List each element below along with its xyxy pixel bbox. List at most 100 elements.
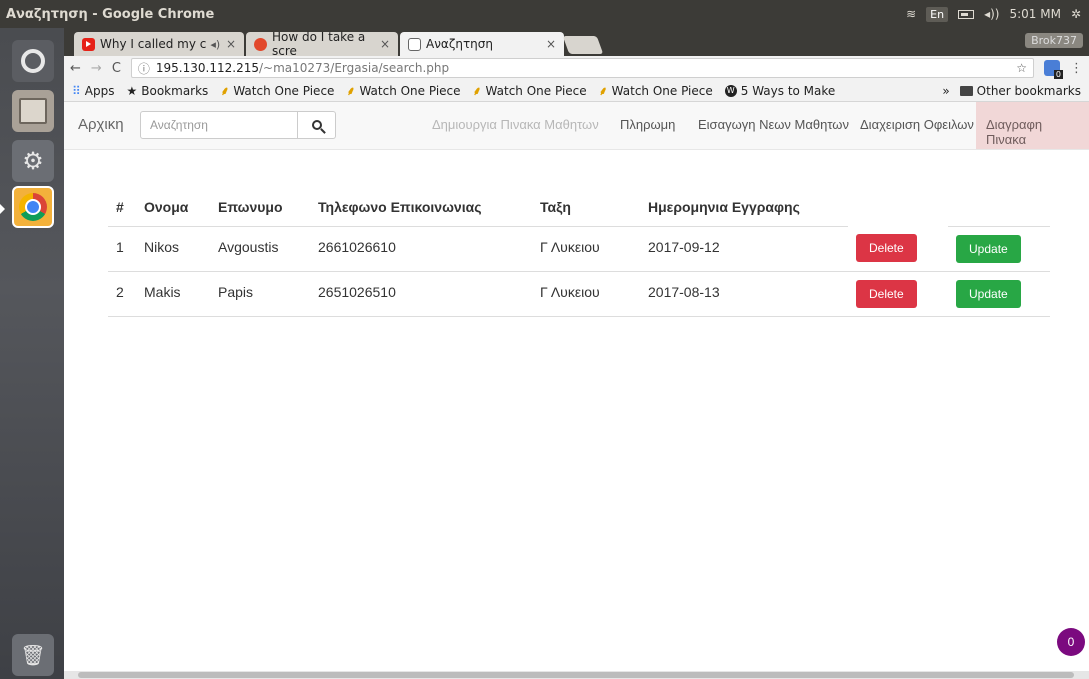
delete-button[interactable]: Delete bbox=[856, 279, 917, 308]
students-table: # Ονομα Επωνυμο Τηλεφωνο Επικοινωνιας Τα… bbox=[108, 188, 1050, 317]
delete-button[interactable]: Delete bbox=[856, 234, 917, 262]
table-row: 2 Makis Papis 2651026510 Γ Λυκειου 2017-… bbox=[108, 271, 1050, 317]
tab-label: Why I called my c bbox=[100, 37, 207, 51]
cell-delete: Delete bbox=[848, 271, 948, 317]
nav-link-payment[interactable]: Πληρωμη bbox=[620, 117, 675, 132]
cell-delete: Delete bbox=[848, 226, 948, 272]
bookmark-item[interactable]: W5 Ways to Make bbox=[724, 84, 835, 98]
browser-toolbar: ← → C ⓘ 195.130.112.215 /~ma10273/Ergasi… bbox=[64, 56, 1089, 80]
bookmark-star-icon[interactable]: ☆ bbox=[1016, 61, 1027, 75]
nav-brand-home[interactable]: Αρχικη bbox=[78, 116, 124, 133]
update-button[interactable]: Update bbox=[956, 279, 1021, 308]
askubuntu-icon bbox=[254, 37, 267, 51]
wifi-icon[interactable]: ≋ bbox=[906, 7, 916, 21]
col-header-delete bbox=[848, 188, 948, 226]
close-tab-icon[interactable]: × bbox=[546, 37, 556, 51]
more-bookmarks-chevron[interactable]: » bbox=[942, 84, 949, 98]
settings-gear-icon[interactable]: ✲ bbox=[1071, 7, 1081, 21]
system-settings-icon[interactable]: ⚙ bbox=[12, 140, 54, 182]
cell-class: Γ Λυκειου bbox=[532, 271, 640, 317]
col-header-last-name: Επωνυμο bbox=[210, 188, 310, 227]
system-tray: ≋ En ◂)) 5:01 ΜΜ ✲ bbox=[906, 6, 1089, 22]
menu-kebab-icon[interactable]: ⋮ bbox=[1070, 61, 1083, 76]
notification-badge[interactable]: 0 bbox=[1057, 628, 1085, 656]
search-input[interactable]: Αναζητηση bbox=[140, 111, 298, 139]
wikihow-icon: W bbox=[724, 84, 737, 97]
back-icon[interactable]: ← bbox=[70, 61, 81, 76]
site-info-icon[interactable]: ⓘ bbox=[138, 60, 150, 77]
bookmark-apps[interactable]: ⠿ Apps bbox=[72, 84, 115, 98]
tab-strip: Why I called my c ◂) × How do I take a s… bbox=[64, 28, 1089, 58]
files-icon[interactable] bbox=[12, 90, 54, 132]
star-icon: ★ bbox=[126, 83, 138, 98]
nav-link-manage-debts[interactable]: Διαχειριση Οφειλων bbox=[860, 117, 974, 132]
ubuntu-dash-icon[interactable] bbox=[12, 40, 54, 82]
cell-date: 2017-08-13 bbox=[640, 271, 848, 317]
extension-icon[interactable] bbox=[1044, 60, 1063, 79]
chrome-icon[interactable] bbox=[12, 186, 54, 228]
site-favicon-icon: ⸙ bbox=[598, 84, 608, 98]
col-header-first-name: Ονομα bbox=[136, 188, 210, 227]
speaker-icon[interactable]: ◂)) bbox=[984, 7, 999, 21]
col-header-date: Ημερομηνια Εγγραφης bbox=[640, 188, 848, 227]
tab-askubuntu[interactable]: How do I take a scre × bbox=[246, 30, 398, 58]
cell-number: 2 bbox=[108, 271, 136, 317]
nav-link-create-table[interactable]: Δημιουργια Πινακα Μαθητων bbox=[432, 117, 599, 132]
close-tab-icon[interactable]: × bbox=[226, 37, 236, 51]
youtube-icon bbox=[82, 37, 95, 51]
battery-icon[interactable] bbox=[958, 9, 975, 19]
col-header-phone: Τηλεφωνο Επικοινωνιας bbox=[310, 188, 532, 227]
bookmark-item[interactable]: ⸙ Watch One Piece bbox=[220, 82, 334, 99]
reload-icon[interactable]: C bbox=[112, 61, 121, 76]
url-domain: 195.130.112.215 bbox=[155, 61, 259, 75]
table-header-row: # Ονομα Επωνυμο Τηλεφωνο Επικοινωνιας Τα… bbox=[108, 188, 1050, 227]
search-icon bbox=[311, 120, 322, 130]
profile-button[interactable]: Brok737 bbox=[1025, 33, 1083, 48]
navbar: Αρχικη Αναζητηση Δημιουργια Πινακα Μαθητ… bbox=[64, 102, 1089, 150]
bookmark-item[interactable]: ⸙ Watch One Piece bbox=[346, 82, 460, 99]
active-app-indicator bbox=[0, 204, 5, 214]
cell-date: 2017-09-12 bbox=[640, 226, 848, 272]
bookmark-item[interactable]: ⸙ Watch One Piece bbox=[599, 82, 713, 99]
scrollbar-thumb[interactable] bbox=[78, 672, 1074, 678]
web-page: Αρχικη Αναζητηση Δημιουργια Πινακα Μαθητ… bbox=[64, 102, 1089, 679]
cell-number: 1 bbox=[108, 226, 136, 272]
tab-label: Αναζητηση bbox=[426, 37, 493, 51]
site-favicon-icon: ⸙ bbox=[220, 84, 230, 98]
window-title-bar: Αναζητηση - Google Chrome ≋ En ◂)) 5:01 … bbox=[0, 0, 1089, 28]
close-tab-icon[interactable]: × bbox=[380, 37, 390, 51]
unity-launcher: ⚙ 🗑 bbox=[0, 28, 64, 679]
site-favicon-icon: ⸙ bbox=[472, 84, 482, 98]
keyboard-layout-indicator[interactable]: En bbox=[926, 6, 949, 22]
cell-class: Γ Λυκειου bbox=[532, 226, 640, 272]
other-bookmarks[interactable]: Other bookmarks bbox=[959, 84, 1081, 98]
cell-first-name: Makis bbox=[136, 271, 210, 317]
cell-first-name: Nikos bbox=[136, 226, 210, 272]
new-tab-button[interactable] bbox=[562, 36, 604, 54]
address-bar[interactable]: ⓘ 195.130.112.215 /~ma10273/Ergasia/sear… bbox=[130, 58, 1034, 78]
cell-phone: 2661026610 bbox=[310, 226, 532, 272]
update-button[interactable]: Update bbox=[956, 234, 1021, 263]
horizontal-scrollbar[interactable] bbox=[64, 671, 1089, 679]
tab-audio-icon[interactable]: ◂) bbox=[210, 38, 220, 51]
chrome-window: Why I called my c ◂) × How do I take a s… bbox=[64, 28, 1089, 679]
clock[interactable]: 5:01 ΜΜ bbox=[1009, 7, 1060, 21]
cell-last-name: Avgoustis bbox=[210, 226, 310, 272]
nav-link-add-students[interactable]: Εισαγωγη Νεων Μαθητων bbox=[698, 117, 849, 132]
trash-icon[interactable]: 🗑 bbox=[12, 634, 54, 676]
tab-search-active[interactable]: Αναζητηση × bbox=[400, 32, 564, 56]
folder-icon bbox=[959, 85, 973, 96]
bookmarks-bar: ⠿ Apps ★ Bookmarks ⸙ Watch One Piece ⸙ Watch… bbox=[64, 80, 1089, 102]
tab-youtube[interactable]: Why I called my c ◂) × bbox=[74, 32, 244, 56]
cell-last-name: Papis bbox=[210, 271, 310, 317]
document-icon bbox=[408, 37, 421, 51]
cell-phone: 2651026510 bbox=[310, 271, 532, 317]
table-row: 1 Nikos Avgoustis 2661026610 Γ Λυκειου 2… bbox=[108, 226, 1050, 272]
bookmark-bookmarks[interactable]: ★ Bookmarks bbox=[127, 84, 209, 98]
nav-link-delete-table[interactable]: Διαγραφη Πινακα bbox=[976, 102, 1089, 149]
site-favicon-icon: ⸙ bbox=[346, 84, 356, 98]
forward-icon[interactable]: → bbox=[91, 61, 102, 76]
cell-update: Update bbox=[948, 226, 1050, 272]
bookmark-item[interactable]: ⸙ Watch One Piece bbox=[473, 82, 587, 99]
search-button[interactable] bbox=[298, 111, 336, 139]
